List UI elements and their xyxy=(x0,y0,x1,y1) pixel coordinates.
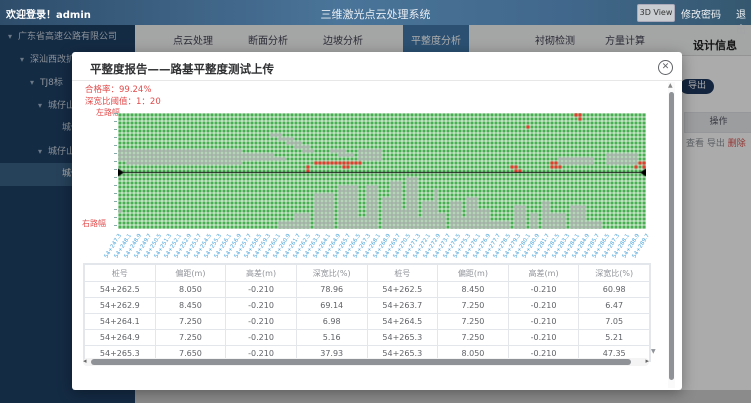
table-cell: -0.210 xyxy=(226,314,297,330)
close-button[interactable]: ✕ xyxy=(658,60,673,75)
report-table: 桩号偏距(m)高差(m)深宽比(%)桩号偏距(m)高差(m)深宽比(%)54+2… xyxy=(83,263,651,362)
table-cell: 54+262.5 xyxy=(367,282,438,298)
table-header-cell: 桩号 xyxy=(367,265,438,282)
table-cell: 7.250 xyxy=(438,298,509,314)
table-header-cell: 高差(m) xyxy=(508,265,579,282)
table-cell: 54+262.9 xyxy=(85,298,156,314)
table-scroll-down-icon[interactable]: ▼ xyxy=(651,348,656,355)
table-cell: 7.250 xyxy=(438,330,509,346)
scroll-right-icon[interactable]: ▸ xyxy=(645,357,649,365)
divider xyxy=(72,80,682,81)
h-scrollbar[interactable]: ◂ ▸ xyxy=(83,358,649,366)
table-cell: 8.450 xyxy=(155,298,226,314)
table-row: 54+262.58.050-0.21078.9654+262.58.450-0.… xyxy=(85,282,650,298)
h-scroll-thumb[interactable] xyxy=(91,359,631,365)
table-header-cell: 桩号 xyxy=(85,265,156,282)
table-cell: 78.96 xyxy=(296,282,367,298)
v-scroll-thumb[interactable] xyxy=(669,92,674,380)
3d-view-button[interactable]: 3D View xyxy=(637,4,675,22)
table-cell: 5.16 xyxy=(296,330,367,346)
table-header-cell: 偏距(m) xyxy=(438,265,509,282)
table-cell: 54+263.7 xyxy=(367,298,438,314)
top-bar: 欢迎登录！admin 三维激光点云处理系统 3D View 修改密码 退出 xyxy=(0,0,751,25)
table-cell: 54+264.9 xyxy=(85,330,156,346)
pass-rate-text: 合格率：99.24% xyxy=(85,83,151,95)
scroll-left-icon[interactable]: ◂ xyxy=(83,357,87,365)
table-cell: 7.250 xyxy=(155,314,226,330)
flatness-report-modal: 平整度报告——路基平整度测试上传 ✕ 合格率：99.24% 深宽比阈值：1：20… xyxy=(72,52,682,390)
flatness-heatmap xyxy=(118,113,646,229)
table-cell: 5.21 xyxy=(579,330,650,346)
table-cell: -0.210 xyxy=(226,282,297,298)
table-cell: -0.210 xyxy=(508,298,579,314)
app: 欢迎登录！admin 三维激光点云处理系统 3D View 修改密码 退出 ▾广… xyxy=(0,0,751,403)
heatmap-y-ticks xyxy=(114,113,117,229)
table-header-cell: 深宽比(%) xyxy=(296,265,367,282)
table-cell: 54+265.3 xyxy=(367,330,438,346)
table-cell: -0.210 xyxy=(508,282,579,298)
table-row: 54+264.97.250-0.2105.1654+265.37.250-0.2… xyxy=(85,330,650,346)
table-cell: 6.47 xyxy=(579,298,650,314)
table-cell: -0.210 xyxy=(508,330,579,346)
modal-title: 平整度报告——路基平整度测试上传 xyxy=(90,61,274,77)
scroll-up-icon[interactable]: ▲ xyxy=(668,82,673,89)
table-cell: 54+264.1 xyxy=(85,314,156,330)
table-cell: 69.14 xyxy=(296,298,367,314)
close-icon: ✕ xyxy=(662,62,670,72)
right-lane-label: 右路幅 xyxy=(82,218,106,229)
table-cell: 6.98 xyxy=(296,314,367,330)
x-axis-labels: 54+247.354+248.154+248.954+249.754+250.5… xyxy=(118,231,652,257)
flatness-chart xyxy=(118,113,646,229)
ratio-threshold-text: 深宽比阈值：1：20 xyxy=(85,95,161,107)
table-row: 54+264.17.250-0.2106.9854+264.57.250-0.2… xyxy=(85,314,650,330)
table-cell: 54+264.5 xyxy=(367,314,438,330)
table-cell: 7.250 xyxy=(155,330,226,346)
change-password-button[interactable]: 修改密码 xyxy=(681,6,721,21)
table-cell: 60.98 xyxy=(579,282,650,298)
table-cell: 54+262.5 xyxy=(85,282,156,298)
table-row: 54+262.98.450-0.21069.1454+263.77.250-0.… xyxy=(85,298,650,314)
table-cell: -0.210 xyxy=(226,298,297,314)
table-header-cell: 深宽比(%) xyxy=(579,265,650,282)
table-cell: 7.250 xyxy=(438,314,509,330)
table-header-cell: 高差(m) xyxy=(226,265,297,282)
table-cell: 8.450 xyxy=(438,282,509,298)
table-cell: 7.05 xyxy=(579,314,650,330)
table-cell: -0.210 xyxy=(226,330,297,346)
table-cell: 8.050 xyxy=(155,282,226,298)
v-scrollbar[interactable]: ▲ xyxy=(668,82,675,388)
table-cell: -0.210 xyxy=(508,314,579,330)
table-header-cell: 偏距(m) xyxy=(155,265,226,282)
